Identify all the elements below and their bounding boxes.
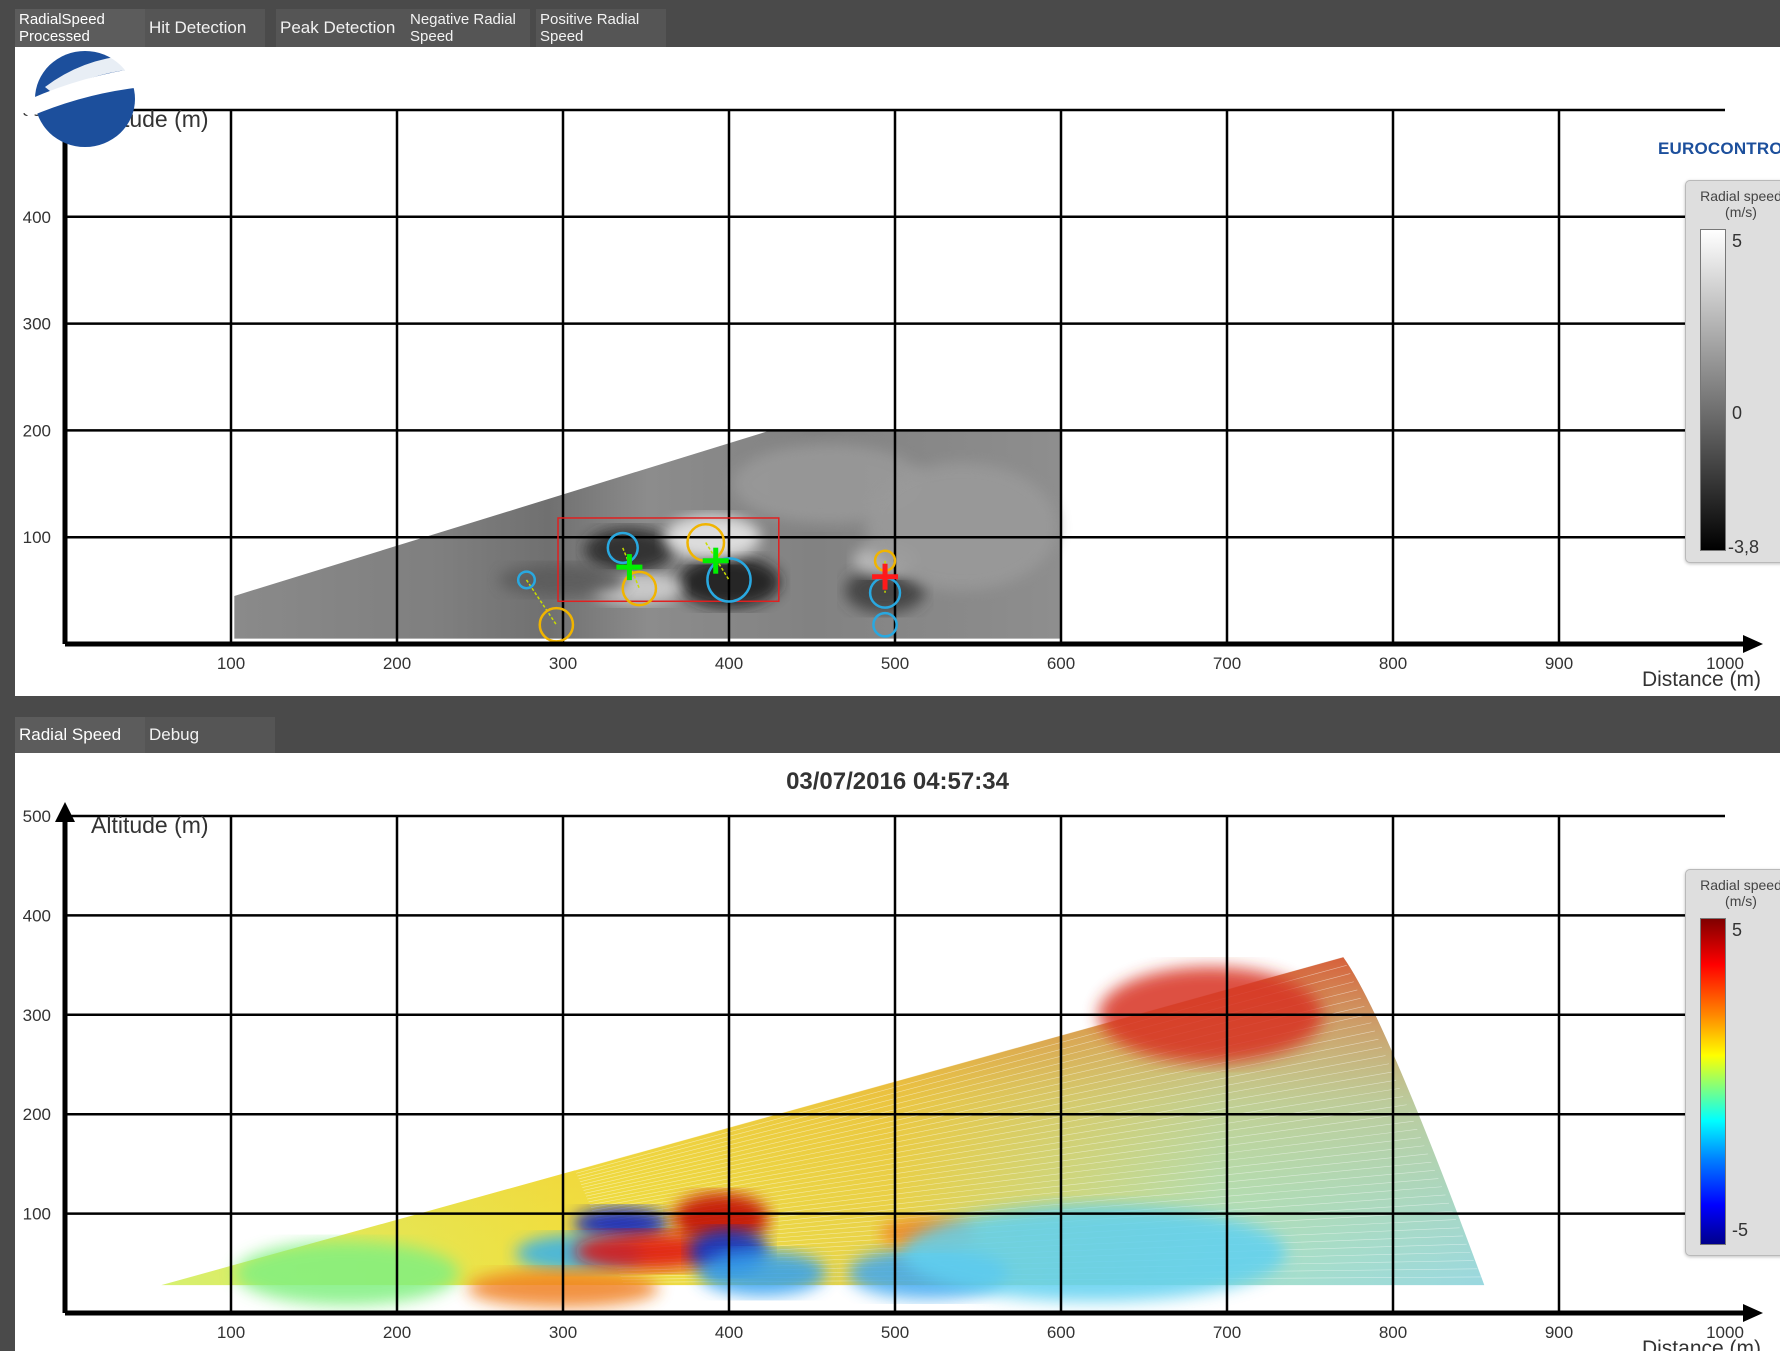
tab-peak-detection[interactable]: Peak Detection (276, 9, 406, 47)
y-tick-label: 400 (23, 906, 51, 925)
x-tick-label: 100 (217, 654, 245, 673)
y-axis-label: Altitude (m) (91, 812, 209, 838)
speed-anomaly-blob (235, 1241, 460, 1306)
tab-label: Debug (149, 725, 200, 744)
legend-mid-label: 0 (1732, 403, 1743, 423)
x-tick-label: 600 (1047, 654, 1075, 673)
x-tick-label: 100 (217, 1323, 245, 1342)
tab-debug[interactable]: Debug (145, 717, 275, 753)
x-axis-label: Distance (m) (1642, 668, 1761, 691)
y-tick-label: 300 (23, 315, 51, 334)
x-tick-label: 900 (1545, 1323, 1573, 1342)
top-tab-bar: RadialSpeed Processed Hit Detection Peak… (0, 0, 1780, 47)
y-tick-label: 400 (23, 208, 51, 227)
x-tick-label: 300 (549, 654, 577, 673)
x-tick-label: 200 (383, 1323, 411, 1342)
x-tick-label: 600 (1047, 1323, 1075, 1342)
top-chart-panel: 100 200 300 400 500 600 700 800 900 1000 100 200 300… (15, 47, 1780, 696)
grayscale-colorbar (1700, 229, 1726, 551)
legend-min-label: -3,8 (1728, 537, 1760, 557)
tab-hit-detection[interactable]: Hit Detection (145, 9, 265, 47)
x-tick-label: 700 (1213, 1323, 1241, 1342)
tab-label: Peak Detection (280, 18, 396, 37)
top-color-legend: Radial speed (m/s) 5 0 -3,8 (1685, 180, 1780, 563)
y-tick-label: 200 (23, 421, 51, 440)
bottom-tab-bar: Radial Speed Debug (0, 697, 1780, 753)
y-tick-label: 100 (23, 528, 51, 547)
tab-label: Positive Radial Speed (540, 11, 640, 45)
legend-max-label: 5 (1732, 231, 1743, 251)
x-tick-label: 400 (715, 1323, 743, 1342)
tab-label: RadialSpeed Processed (19, 11, 105, 45)
legend-title: Radial speed (m/s) (1700, 877, 1780, 909)
radial-speed-processed-chart[interactable]: 100 200 300 400 500 600 700 800 900 1000100200300… (15, 47, 1780, 696)
x-tick-label: 900 (1545, 654, 1573, 673)
radial-speed-chart[interactable]: 100 200 300 400 500 600 700 800 900 1000100200300… (15, 753, 1780, 1351)
y-axis-arrow-icon (55, 802, 75, 822)
x-tick-label: 800 (1379, 654, 1407, 673)
speed-anomaly-blob (902, 1205, 1287, 1302)
jet-colorbar (1700, 918, 1726, 1245)
x-tick-label: 800 (1379, 1323, 1407, 1342)
tab-radial-speed[interactable]: Radial Speed (15, 717, 145, 753)
y-tick-label: 500 (23, 807, 51, 826)
y-tick-label: 200 (23, 1105, 51, 1124)
tab-radialspeed-processed[interactable]: RadialSpeed Processed (15, 9, 145, 47)
tab-label: Hit Detection (149, 18, 247, 37)
x-axis-arrow-icon (1743, 1304, 1763, 1322)
eurocontrol-logo-icon (17, 51, 143, 147)
x-tick-label: 500 (881, 654, 909, 673)
x-tick-label: 200 (383, 654, 411, 673)
bottom-color-legend: Radial speed (m/s) 5 -5 (1685, 869, 1780, 1256)
x-tick-label: 300 (549, 1323, 577, 1342)
tab-negative-radial-speed[interactable]: Negative Radial Speed (406, 9, 530, 47)
legend-max-label: 5 (1732, 920, 1743, 940)
tab-label: Radial Speed (19, 725, 122, 744)
legend-min-label: -5 (1732, 1220, 1749, 1240)
y-tick-label: 300 (23, 1006, 51, 1025)
y-tick-label: 100 (23, 1205, 51, 1224)
x-tick-label: 500 (881, 1323, 909, 1342)
x-axis-label: Distance (m) (1642, 1337, 1761, 1351)
tab-label: Negative Radial Speed (410, 11, 516, 45)
x-tick-label: 400 (715, 654, 743, 673)
eurocontrol-logo-text: EUROCONTROL (1658, 139, 1780, 158)
x-axis-arrow-icon (1743, 635, 1763, 653)
speed-anomaly-blob (698, 1250, 827, 1296)
bottom-chart-panel: 100 200 300 400 500 600 700 800 900 1000 100 200 300… (15, 753, 1780, 1351)
tab-positive-radial-speed[interactable]: Positive Radial Speed (536, 9, 666, 47)
x-tick-label: 700 (1213, 654, 1241, 673)
legend-title: Radial speed (m/s) (1700, 188, 1780, 220)
timestamp: 03/07/2016 04:57:34 (786, 768, 1009, 795)
